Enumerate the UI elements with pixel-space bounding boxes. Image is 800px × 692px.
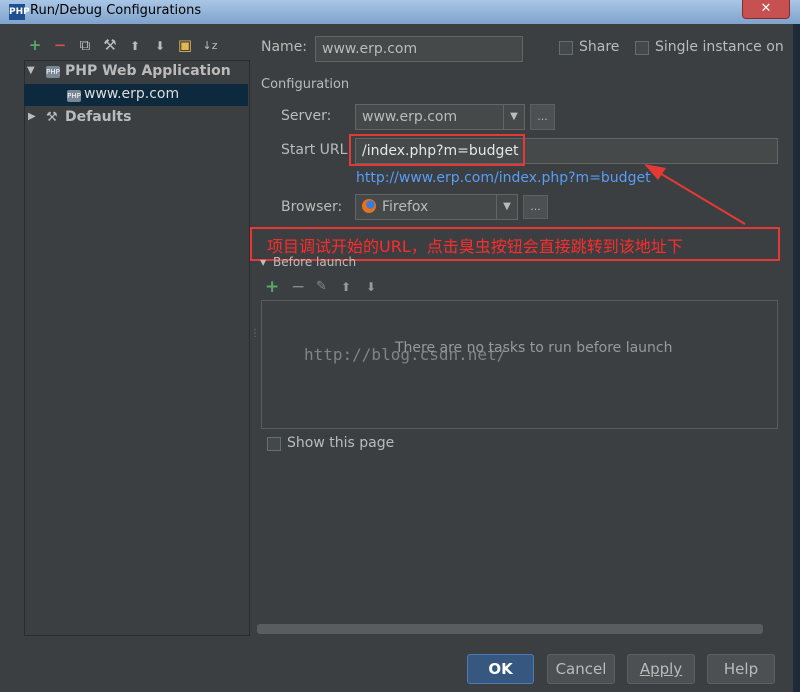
copy-configuration-button[interactable]: ⧉ <box>76 36 94 54</box>
annotation-arrow <box>644 164 746 225</box>
cancel-button[interactable]: Cancel <box>547 654 615 684</box>
edit-task-button[interactable]: ✎ <box>316 279 327 294</box>
collapse-arrow-icon[interactable]: ▶ <box>28 111 36 122</box>
wrench-icon: ⚒ <box>46 110 58 125</box>
tree-item-php-web-application[interactable]: PHP Web Application <box>65 63 231 79</box>
browser-label: Browser: <box>281 199 343 215</box>
move-down-button[interactable]: ⬇ <box>151 39 169 53</box>
configuration-section-title: Configuration <box>261 77 350 92</box>
tree-item-config[interactable]: www.erp.com <box>84 86 179 102</box>
url-highlight-box <box>349 134 525 166</box>
remove-task-button[interactable]: − <box>291 277 305 297</box>
remove-configuration-button[interactable]: − <box>51 36 69 54</box>
chevron-down-icon: ▼ <box>503 105 524 129</box>
add-task-button[interactable]: + <box>265 277 279 297</box>
php-web-app-icon: PHP <box>46 66 60 78</box>
close-button[interactable]: ✕ <box>742 0 790 19</box>
start-url-label: Start URL: <box>281 142 353 158</box>
show-this-page-label: Show this page <box>287 435 395 451</box>
server-browse-button[interactable]: ... <box>530 104 555 130</box>
before-launch-label: Before launch <box>273 255 357 269</box>
window-title: Run/Debug Configurations <box>30 3 202 18</box>
single-instance-checkbox[interactable] <box>635 41 649 55</box>
chevron-down-icon: ▼ <box>496 195 517 219</box>
show-this-page-checkbox[interactable] <box>267 437 281 451</box>
move-task-down-button[interactable]: ⬇ <box>366 280 376 294</box>
move-task-up-button[interactable]: ⬆ <box>341 280 351 294</box>
ok-button[interactable]: OK <box>467 654 534 684</box>
splitter-handle[interactable]: ⋮ <box>250 328 260 339</box>
server-label: Server: <box>281 108 332 124</box>
share-checkbox[interactable] <box>559 41 573 55</box>
add-configuration-button[interactable]: + <box>26 36 44 54</box>
title-bar: PHP Run/Debug Configurations ✕ <box>0 0 800 24</box>
full-url-link[interactable]: http://www.erp.com/index.php?m=budget <box>356 170 651 186</box>
sort-button[interactable]: ↓z <box>201 39 219 52</box>
move-up-button[interactable]: ⬆ <box>126 39 144 53</box>
background-window-edge <box>793 24 800 692</box>
annotation-text: 项目调试开始的URL，点击臭虫按钮会直接跳转到该地址下 <box>267 237 683 256</box>
share-label: Share <box>579 39 620 55</box>
tree-item-defaults[interactable]: Defaults <box>65 109 131 125</box>
before-launch-task-list[interactable] <box>261 300 778 429</box>
app-icon: PHP <box>9 4 30 20</box>
help-button[interactable]: Help <box>707 654 775 684</box>
expand-arrow-icon[interactable]: ▼ <box>27 65 35 76</box>
name-input[interactable]: www.erp.com <box>315 36 523 62</box>
edit-defaults-button[interactable]: ⚒ <box>101 36 119 54</box>
before-launch-arrow-icon[interactable]: ▼ <box>260 258 266 267</box>
single-instance-label: Single instance on <box>655 39 784 55</box>
config-php-icon: PHP <box>67 90 81 102</box>
browser-dropdown[interactable]: Firefox ▼ <box>355 194 518 220</box>
watermark-text: http://blog.csdn.net/ <box>304 345 507 364</box>
firefox-icon <box>362 199 376 213</box>
folder-button[interactable]: ▣ <box>176 36 194 54</box>
browser-value: Firefox <box>382 199 429 215</box>
browser-browse-button[interactable]: ... <box>523 195 548 219</box>
name-label: Name: <box>261 39 308 55</box>
apply-button[interactable]: Apply <box>627 654 695 684</box>
server-value: www.erp.com <box>362 109 458 125</box>
configuration-tree[interactable] <box>24 60 250 636</box>
server-dropdown[interactable]: www.erp.com ▼ <box>355 104 525 130</box>
horizontal-scrollbar[interactable] <box>257 624 763 634</box>
